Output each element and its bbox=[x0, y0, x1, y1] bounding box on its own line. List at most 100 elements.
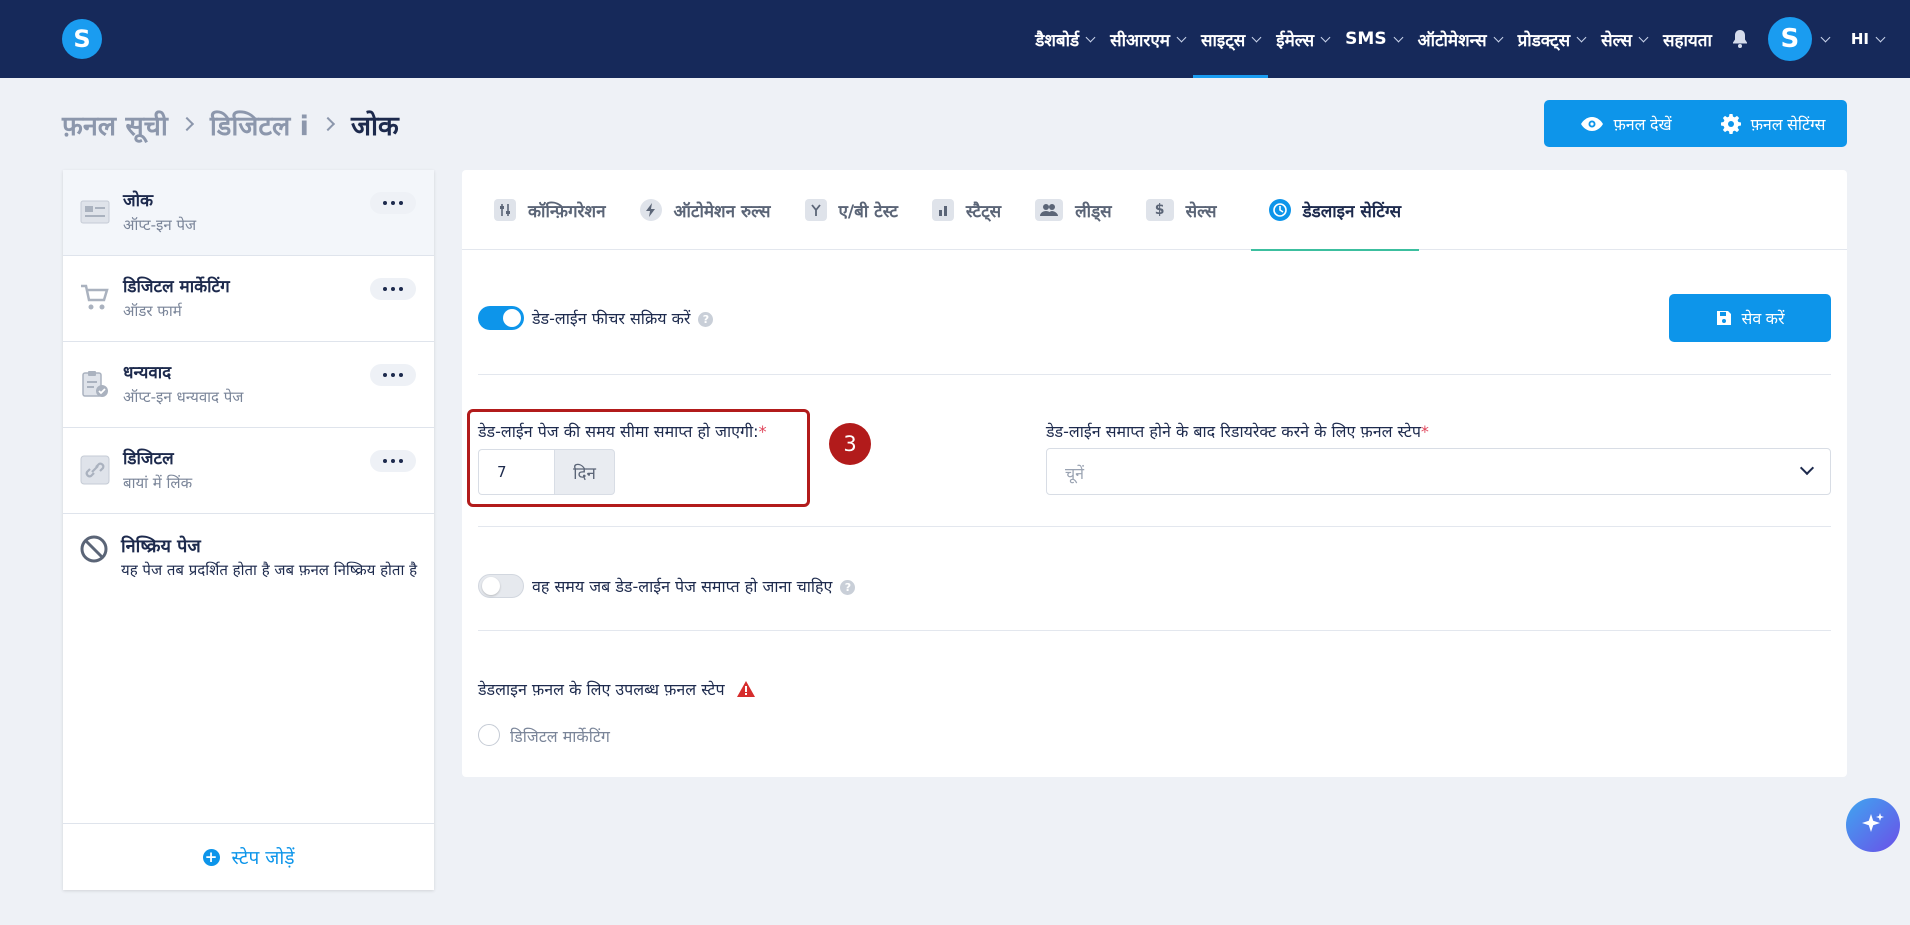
breadcrumb-funnel-list[interactable]: फ़नल सूची bbox=[62, 106, 168, 143]
nav-item-sites[interactable]: साइट्स bbox=[1192, 0, 1269, 78]
chevron-down-icon[interactable] bbox=[1820, 32, 1831, 42]
available-steps-text: डेडलाइन फ़नल के लिए उपलब्ध फ़नल स्टेप bbox=[478, 680, 725, 699]
nav-item-sales[interactable]: सेल्स bbox=[1593, 0, 1655, 78]
view-funnel-button[interactable]: फ़नल देखें bbox=[1544, 100, 1709, 147]
nav-item-crm[interactable]: सीआरएम bbox=[1102, 0, 1193, 78]
chevron-down-icon bbox=[1251, 32, 1262, 42]
help-icon[interactable]: ? bbox=[840, 580, 856, 595]
save-button[interactable]: सेव करें bbox=[1669, 294, 1831, 342]
nav-item-emails[interactable]: ईमेल्स bbox=[1268, 0, 1337, 78]
select-placeholder: चूनें bbox=[1065, 464, 1085, 483]
inactive-page-description: यह पेज तब प्रदर्शित होता है जब फ़नल निष्… bbox=[121, 561, 418, 579]
clipboard-check-icon bbox=[79, 368, 111, 400]
step-menu-button[interactable] bbox=[370, 192, 416, 214]
step-number-badge: 3 bbox=[829, 423, 871, 465]
funnel-settings-button[interactable]: फ़नल सेटिंग्स bbox=[1699, 100, 1847, 147]
chevron-right-icon bbox=[179, 116, 194, 132]
step-title: डिजिटल मार्केटिंग bbox=[123, 277, 230, 297]
expire-label: डेड-लाईन पेज की समय सीमा समाप्त हो जाएगी… bbox=[478, 420, 767, 442]
tab-label: लीड्स bbox=[1075, 201, 1112, 222]
funnel-step-item[interactable]: डिजिटल बायां में लिंक bbox=[63, 428, 434, 514]
required-marker: * bbox=[758, 422, 767, 441]
plus-circle-icon: + bbox=[202, 848, 220, 866]
tab-configuration[interactable]: कॉन्फ़िगरेशन bbox=[494, 170, 640, 250]
step-menu-button[interactable] bbox=[370, 364, 416, 386]
save-icon bbox=[1716, 311, 1731, 325]
nav-item-dashboard[interactable]: डैशबोर्ड bbox=[1027, 0, 1102, 78]
funnel-step-item[interactable]: धन्यवाद ऑप्ट-इन धन्यवाद पेज bbox=[63, 342, 434, 428]
available-steps-label: डेडलाइन फ़नल के लिए उपलब्ध फ़नल स्टेप bbox=[478, 678, 756, 700]
expire-days-input[interactable] bbox=[478, 449, 554, 495]
breadcrumb-current: जोक bbox=[350, 110, 399, 142]
funnel-tabs: कॉन्फ़िगरेशन ऑटोमेशन रुल्स ए/बी टेस्ट स्… bbox=[462, 170, 1847, 251]
ai-assistant-button[interactable] bbox=[1846, 798, 1900, 852]
help-icon[interactable]: ? bbox=[698, 312, 714, 327]
chevron-down-icon bbox=[1393, 32, 1404, 42]
tab-label: सेल्स bbox=[1185, 201, 1217, 222]
funnel-step-item[interactable]: जोक ऑप्ट-इन पेज bbox=[63, 170, 434, 256]
users-icon bbox=[1035, 199, 1064, 221]
tab-label: ए/बी टेस्ट bbox=[838, 201, 898, 222]
tab-sales[interactable]: $ सेल्स bbox=[1145, 170, 1251, 250]
step-subtitle: बायां में लिंक bbox=[123, 474, 193, 492]
deadline-time-toggle[interactable] bbox=[478, 574, 524, 598]
nav-item-automations[interactable]: ऑटोमेशन्स bbox=[1410, 0, 1510, 78]
inactive-page-title: निष्क्रिय पेज bbox=[121, 536, 201, 557]
days-unit-label: दिन bbox=[573, 463, 596, 484]
tab-ab-test[interactable]: ए/बी टेस्ट bbox=[804, 170, 932, 250]
deadline-enable-text: डेड-लाईन फीचर सक्रिय करें bbox=[532, 309, 691, 328]
redirect-step-select[interactable]: चूनें bbox=[1046, 448, 1831, 495]
badge-number: 3 bbox=[843, 432, 857, 456]
tab-label: कॉन्फ़िगरेशन bbox=[528, 201, 606, 222]
nav-item-sms[interactable]: SMS bbox=[1337, 0, 1409, 78]
deadline-time-label: वह समय जब डेड-लाईन पेज समाप्त हो जाना चा… bbox=[532, 575, 856, 597]
optin-page-icon bbox=[79, 196, 111, 228]
warning-icon bbox=[736, 681, 755, 697]
logo-letter: S bbox=[73, 25, 91, 53]
step-menu-button[interactable] bbox=[370, 450, 416, 472]
avatar-letter: S bbox=[1780, 24, 1800, 54]
divider bbox=[478, 526, 1831, 527]
tab-label: डेडलाइन सेटिंग्स bbox=[1302, 201, 1402, 222]
add-step-button[interactable]: + स्टेप जोड़ें bbox=[63, 823, 434, 890]
chevron-down-icon bbox=[1638, 32, 1649, 42]
cart-icon bbox=[79, 282, 111, 314]
inactive-page-step[interactable]: निष्क्रिय पेज यह पेज तब प्रदर्शित होता ह… bbox=[63, 514, 434, 624]
tab-automation-rules[interactable]: ऑटोमेशन रुल्स bbox=[639, 170, 805, 250]
tab-deadline-settings[interactable]: डेडलाइन सेटिंग्स bbox=[1250, 170, 1420, 251]
language-selector[interactable]: HI bbox=[1843, 0, 1892, 78]
ban-icon bbox=[79, 534, 109, 568]
deadline-enable-label: डेड-लाईन फीचर सक्रिय करें? bbox=[532, 307, 714, 329]
step-title: डिजिटल bbox=[123, 449, 174, 469]
save-label: सेव करें bbox=[1741, 311, 1785, 328]
deadline-enable-toggle[interactable] bbox=[478, 306, 524, 330]
redirect-label-text: डेड-लाईन समाप्त होने के बाद रिडायरेक्ट क… bbox=[1046, 422, 1421, 441]
bell-icon[interactable] bbox=[1720, 0, 1760, 78]
tab-stats[interactable]: स्टैट्स bbox=[931, 170, 1035, 250]
divider bbox=[478, 630, 1831, 631]
nav-label: साइट्स bbox=[1200, 30, 1246, 51]
nav-item-help[interactable]: सहायता bbox=[1655, 0, 1720, 78]
divider bbox=[478, 374, 1831, 375]
funnel-step-item[interactable]: डिजिटल मार्केटिंग ऑडर फार्म bbox=[63, 256, 434, 342]
bolt-icon bbox=[639, 199, 662, 221]
step-title: धन्यवाद bbox=[123, 363, 172, 383]
step-menu-button[interactable] bbox=[370, 278, 416, 300]
required-marker: * bbox=[1420, 422, 1429, 441]
nav-item-products[interactable]: प्रोडक्ट्स bbox=[1510, 0, 1594, 78]
tab-leads[interactable]: लीड्स bbox=[1035, 170, 1146, 250]
tab-label: ऑटोमेशन रुल्स bbox=[673, 201, 771, 222]
nav-label: सहायता bbox=[1662, 30, 1712, 51]
expire-label-text: डेड-लाईन पेज की समय सीमा समाप्त हो जाएगी… bbox=[478, 422, 759, 441]
step-title: जोक bbox=[123, 191, 154, 211]
available-step-radio[interactable] bbox=[478, 724, 500, 746]
gear-icon bbox=[1720, 113, 1741, 134]
chevron-down-icon bbox=[1085, 32, 1096, 42]
nav-label: ईमेल्स bbox=[1276, 30, 1315, 51]
app-logo[interactable]: S bbox=[62, 19, 102, 59]
step-subtitle: ऑप्ट-इन धन्यवाद पेज bbox=[123, 388, 244, 406]
clock-icon bbox=[1268, 199, 1291, 221]
user-avatar[interactable]: S bbox=[1767, 17, 1812, 61]
breadcrumb-funnel[interactable]: डिजिटल i bbox=[210, 106, 309, 143]
chevron-down-icon bbox=[1875, 32, 1886, 42]
